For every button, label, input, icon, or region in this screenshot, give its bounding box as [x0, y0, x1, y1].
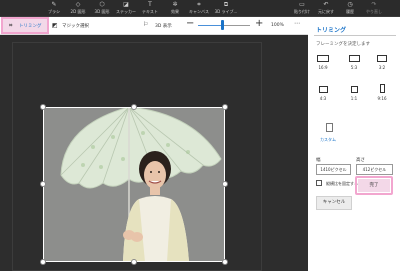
- ratio-9-16[interactable]: 9:16: [371, 84, 393, 101]
- paste-icon: ▭: [299, 1, 305, 8]
- crop-handle-bottom-right[interactable]: [222, 259, 228, 265]
- ribbon-3d-shapes[interactable]: ⬡ 3D 図形: [90, 1, 114, 15]
- custom-ratio-icon[interactable]: [326, 123, 333, 132]
- ribbon-2d-shapes[interactable]: ◇ 2D 図形: [66, 1, 90, 15]
- zoom-percent: 100%: [271, 23, 284, 28]
- zoom-slider-rest: [223, 25, 250, 26]
- magic-select-icon[interactable]: ◩: [52, 22, 58, 29]
- crop-side-panel: トリミング フレーミングを決定します 16:9 5:3 3:2 4:3 1:1 …: [308, 17, 400, 271]
- ratio-4-3-icon: [318, 86, 328, 93]
- crop-handle-bottom[interactable]: [131, 259, 137, 265]
- panel-title: トリミング: [316, 27, 347, 34]
- ribbon-3d-library[interactable]: ⧉ 3D ライブ...: [214, 1, 238, 15]
- ratio-4-3[interactable]: 4:3: [312, 86, 334, 101]
- ribbon-paste[interactable]: ▭ 貼り付け: [290, 1, 314, 15]
- width-field[interactable]: 1410ピクセル: [316, 164, 351, 175]
- height-label: 高さ: [356, 158, 365, 163]
- history-icon: ◷: [347, 1, 353, 8]
- ratio-3-2[interactable]: 3:2: [371, 55, 393, 70]
- ribbon-text[interactable]: T テキスト: [138, 1, 162, 15]
- crop-handle-top-right[interactable]: [222, 104, 228, 110]
- sticker-icon: ◪: [123, 1, 129, 8]
- zoom-out-button[interactable]: −: [186, 19, 194, 29]
- zoom-slider-thumb[interactable]: [221, 20, 224, 30]
- brush-icon: ✎: [51, 1, 57, 8]
- ratio-16-9[interactable]: 16:9: [312, 55, 334, 70]
- panel-divider: [314, 35, 396, 36]
- lock-aspect-label: 縦横比を固定する: [326, 181, 358, 186]
- ribbon-undo[interactable]: ↶ 元に戻す: [314, 1, 338, 15]
- ratio-1-1[interactable]: 1:1: [343, 86, 365, 101]
- height-field[interactable]: 412ピクセル: [356, 164, 393, 175]
- view-3d-icon[interactable]: ⚐: [143, 21, 148, 28]
- crop-frame[interactable]: [43, 107, 225, 262]
- ratio-9-16-icon: [379, 84, 385, 93]
- crop-handle-top[interactable]: [131, 104, 137, 110]
- panel-subtitle: フレーミングを決定します: [316, 42, 370, 47]
- redo-icon: ↷: [371, 1, 377, 8]
- ratio-5-3[interactable]: 5:3: [343, 55, 365, 70]
- ribbon-brush[interactable]: ✎ ブラシ: [42, 1, 66, 15]
- ribbon-redo[interactable]: ↷ やり直し: [362, 1, 386, 15]
- crop-handle-left[interactable]: [40, 181, 46, 187]
- custom-ratio-label[interactable]: カスタム: [320, 137, 336, 143]
- canvas-icon: ⌗: [197, 1, 201, 8]
- crop-label: トリミング: [19, 24, 42, 29]
- crop-icon: ⌗: [9, 22, 13, 29]
- ratio-3-2-icon: [377, 55, 387, 62]
- crop-button[interactable]: ⌗ トリミング: [1, 17, 49, 34]
- cancel-button[interactable]: キャンセル: [316, 196, 352, 210]
- ribbon-toolbar: ✎ ブラシ ◇ 2D 図形 ⬡ 3D 図形 ◪ ステッカー T テキスト ✲ 効果 ⌗ キャン…: [0, 0, 400, 17]
- shapes-2d-icon: ◇: [75, 1, 81, 8]
- sub-toolbar: ⌗ トリミング ◩ マジック選択 ⚐ 3D 表示 − + 100% ⋯: [0, 17, 308, 35]
- magic-select-button[interactable]: マジック選択: [62, 23, 89, 29]
- view-3d-toggle[interactable]: 3D 表示: [155, 23, 172, 29]
- effects-icon: ✲: [172, 1, 178, 8]
- crop-handle-bottom-left[interactable]: [40, 259, 46, 265]
- text-icon: T: [148, 1, 152, 8]
- ribbon-canvas[interactable]: ⌗ キャンバス: [187, 1, 211, 15]
- ribbon-effects[interactable]: ✲ 効果: [163, 1, 187, 15]
- shapes-3d-icon: ⬡: [99, 1, 105, 8]
- more-options-button[interactable]: ⋯: [294, 20, 300, 27]
- done-button[interactable]: 完了: [358, 179, 390, 192]
- undo-icon: ↶: [323, 1, 329, 8]
- ratio-5-3-icon: [348, 55, 360, 62]
- crop-handle-top-left[interactable]: [40, 104, 46, 110]
- ribbon-history[interactable]: ◷ 履歴: [338, 1, 362, 15]
- crop-handle-right[interactable]: [222, 181, 228, 187]
- width-label: 幅: [316, 158, 321, 163]
- zoom-in-button[interactable]: +: [255, 19, 263, 29]
- ribbon-sticker[interactable]: ◪ ステッカー: [114, 1, 138, 15]
- ratio-1-1-icon: [350, 86, 358, 93]
- lock-aspect-checkbox[interactable]: [316, 180, 322, 186]
- library-3d-icon: ⧉: [223, 1, 229, 8]
- ratio-16-9-icon: [317, 55, 329, 62]
